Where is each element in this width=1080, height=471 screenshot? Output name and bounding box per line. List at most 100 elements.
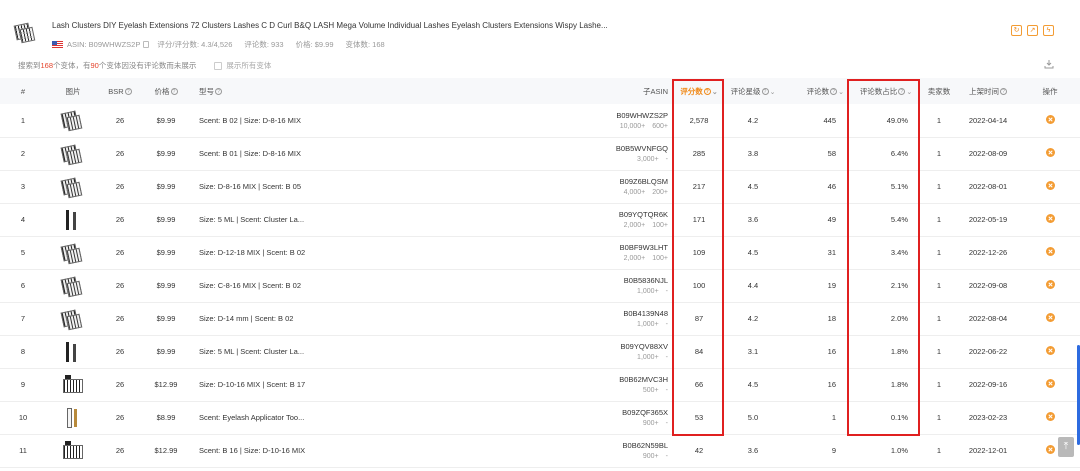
review-count-cell: 49 — [780, 203, 850, 237]
table-row[interactable]: 2 26 $9.99 Scent: B 01 | Size: D-8-16 MIX B0… — [0, 137, 1080, 171]
product-image-cell — [46, 104, 100, 138]
child-asin-link[interactable]: B09YQTQR6K — [402, 210, 672, 219]
product-image[interactable] — [61, 406, 85, 430]
table-row[interactable]: 10 26 $8.99 Scent: Eyelash Applicator Too..… — [0, 401, 1080, 435]
copy-icon[interactable] — [143, 41, 150, 48]
product-image[interactable] — [61, 373, 85, 397]
col-bsr[interactable]: BSR? — [100, 78, 140, 104]
refresh-icon[interactable]: ↻ — [1011, 25, 1022, 36]
price-cell: $9.99 — [140, 236, 192, 270]
action-icon[interactable] — [1045, 148, 1055, 157]
bsr-cell: 26 — [100, 236, 140, 270]
download-icon[interactable] — [1044, 59, 1054, 69]
review-count-cell: 19 — [780, 269, 850, 303]
action-icon[interactable] — [1045, 181, 1055, 190]
table-row[interactable]: 5 26 $9.99 Size: D-12-18 MIX | Scent: B 02 B… — [0, 236, 1080, 270]
child-asin-link[interactable]: B0B62MVC3H — [402, 375, 672, 384]
col-listed-date-label: 上架时间 — [969, 86, 999, 96]
product-image[interactable] — [60, 274, 85, 298]
actions-cell — [1020, 368, 1080, 402]
table-row[interactable]: 11 26 $12.99 Scent: B 16 | Size: D-10-16 MI… — [0, 434, 1080, 468]
col-rating-count[interactable]: 评分数? ⌄ — [672, 78, 726, 104]
share-icon[interactable]: ↗ — [1027, 25, 1038, 36]
product-image[interactable] — [60, 241, 85, 265]
action-icon[interactable] — [1045, 412, 1055, 421]
child-asin-link[interactable]: B09WHWZS2P — [402, 111, 672, 120]
product-title[interactable]: Lash Clusters DIY Eyelash Extensions 72 … — [52, 21, 608, 30]
action-icon[interactable] — [1045, 313, 1055, 322]
table-row[interactable]: 9 26 $12.99 Size: D-10-16 MIX | Scent: B 17… — [0, 368, 1080, 402]
action-icon[interactable] — [1045, 247, 1055, 256]
col-child-asin: 子ASIN — [402, 78, 672, 104]
product-image[interactable] — [61, 340, 85, 364]
actions-cell — [1020, 335, 1080, 369]
sort-icon[interactable]: ⌄ — [838, 88, 844, 96]
child-asin-link[interactable]: B0B4139N48 — [402, 309, 672, 318]
price-cell: $12.99 — [140, 368, 192, 402]
help-icon[interactable]: ? — [898, 88, 906, 96]
help-icon[interactable]: ? — [215, 88, 222, 96]
product-image[interactable] — [61, 439, 85, 463]
col-star-rating[interactable]: 评论星级? ⌄ — [726, 78, 780, 104]
action-icon[interactable] — [1045, 379, 1055, 388]
help-icon[interactable]: ? — [1000, 88, 1007, 96]
table-row[interactable]: 1 26 $9.99 Scent: B 02 | Size: D-8-16 MIX B0… — [0, 104, 1080, 138]
product-image[interactable] — [60, 142, 85, 166]
product-image[interactable] — [60, 307, 85, 331]
table-row[interactable]: 4 26 $9.99 Size: 5 ML | Scent: Cluster La..… — [0, 203, 1080, 237]
price-cell: $9.99 — [140, 269, 192, 303]
review-share-cell: 0.1% — [850, 401, 922, 435]
col-model[interactable]: 型号? — [192, 78, 402, 104]
child-asin-link[interactable]: B09Z6BLQSM — [402, 177, 672, 186]
asin-sub: 900+ - — [402, 420, 672, 427]
show-all-label[interactable]: 展示所有变体 — [226, 60, 271, 71]
sort-icon[interactable]: ⌄ — [712, 88, 718, 96]
table-row[interactable]: 8 26 $9.99 Size: 5 ML | Scent: Cluster La..… — [0, 335, 1080, 369]
help-icon[interactable]: ? — [761, 88, 769, 96]
product-image[interactable] — [61, 208, 85, 232]
rating-count-cell: 285 — [672, 137, 726, 171]
model-cell: Scent: B 02 | Size: D-8-16 MIX — [192, 104, 402, 138]
action-icon[interactable] — [1045, 214, 1055, 223]
child-asin-link[interactable]: B0B5WVNFGQ — [402, 144, 672, 153]
action-icon[interactable] — [1045, 114, 1055, 124]
actions-cell — [1020, 401, 1080, 435]
table-row[interactable]: 6 26 $9.99 Size: C-8-16 MIX | Scent: B 02 B0… — [0, 269, 1080, 303]
product-image[interactable] — [60, 175, 85, 199]
col-price[interactable]: 价格? — [140, 78, 192, 104]
asin-sub: 3,000+ - — [402, 156, 672, 163]
show-all-checkbox[interactable] — [214, 61, 223, 70]
col-listed-date[interactable]: 上架时间? — [956, 78, 1020, 104]
action-icon[interactable] — [1045, 280, 1055, 289]
col-review-count[interactable]: 评论数? ⌄ — [780, 78, 850, 104]
star-rating-cell: 4.2 — [726, 302, 780, 336]
back-to-top-button[interactable]: ⤒ — [1058, 437, 1074, 457]
asin-sub: 1,000+ - — [402, 321, 672, 328]
action-icon[interactable] — [1045, 346, 1055, 355]
help-icon[interactable]: ? — [124, 88, 132, 96]
star-rating-cell: 4.5 — [726, 170, 780, 204]
sort-icon[interactable]: ⌄ — [906, 88, 912, 96]
child-asin-link[interactable]: B0BF9W3LHT — [402, 243, 672, 252]
child-asin-link[interactable]: B0B5836NJL — [402, 276, 672, 285]
table-row[interactable]: 7 26 $9.99 Size: D-14 mm | Scent: B 02 B0B41… — [0, 302, 1080, 336]
bolt-icon[interactable]: ϟ — [1043, 25, 1054, 36]
col-review-share[interactable]: 评论数占比? ⌄ — [850, 78, 922, 104]
asin-sub: 2,000+ 100+ — [402, 222, 672, 229]
sort-icon[interactable]: ⌄ — [770, 88, 776, 96]
price-label: 价格: $9.99 — [295, 40, 334, 49]
table-row[interactable]: 3 26 $9.99 Size: D-8-16 MIX | Scent: B 05 B0… — [0, 170, 1080, 204]
child-asin-link[interactable]: B09ZQF365X — [402, 408, 672, 417]
help-icon[interactable]: ? — [170, 88, 178, 96]
child-asin-link[interactable]: B0B62N59BL — [402, 441, 672, 450]
no-review-count: 90 — [90, 61, 99, 70]
product-thumbnail[interactable] — [13, 20, 38, 44]
product-image[interactable] — [60, 108, 85, 132]
row-index: 7 — [0, 302, 46, 336]
child-asin-link[interactable]: B09YQV88XV — [402, 342, 672, 351]
asin-sub-primary: 4,000+ — [623, 189, 646, 196]
help-icon[interactable]: ? — [830, 88, 838, 96]
action-icon[interactable] — [1045, 445, 1055, 454]
row-index: 3 — [0, 170, 46, 204]
help-icon[interactable]: ? — [703, 88, 711, 96]
